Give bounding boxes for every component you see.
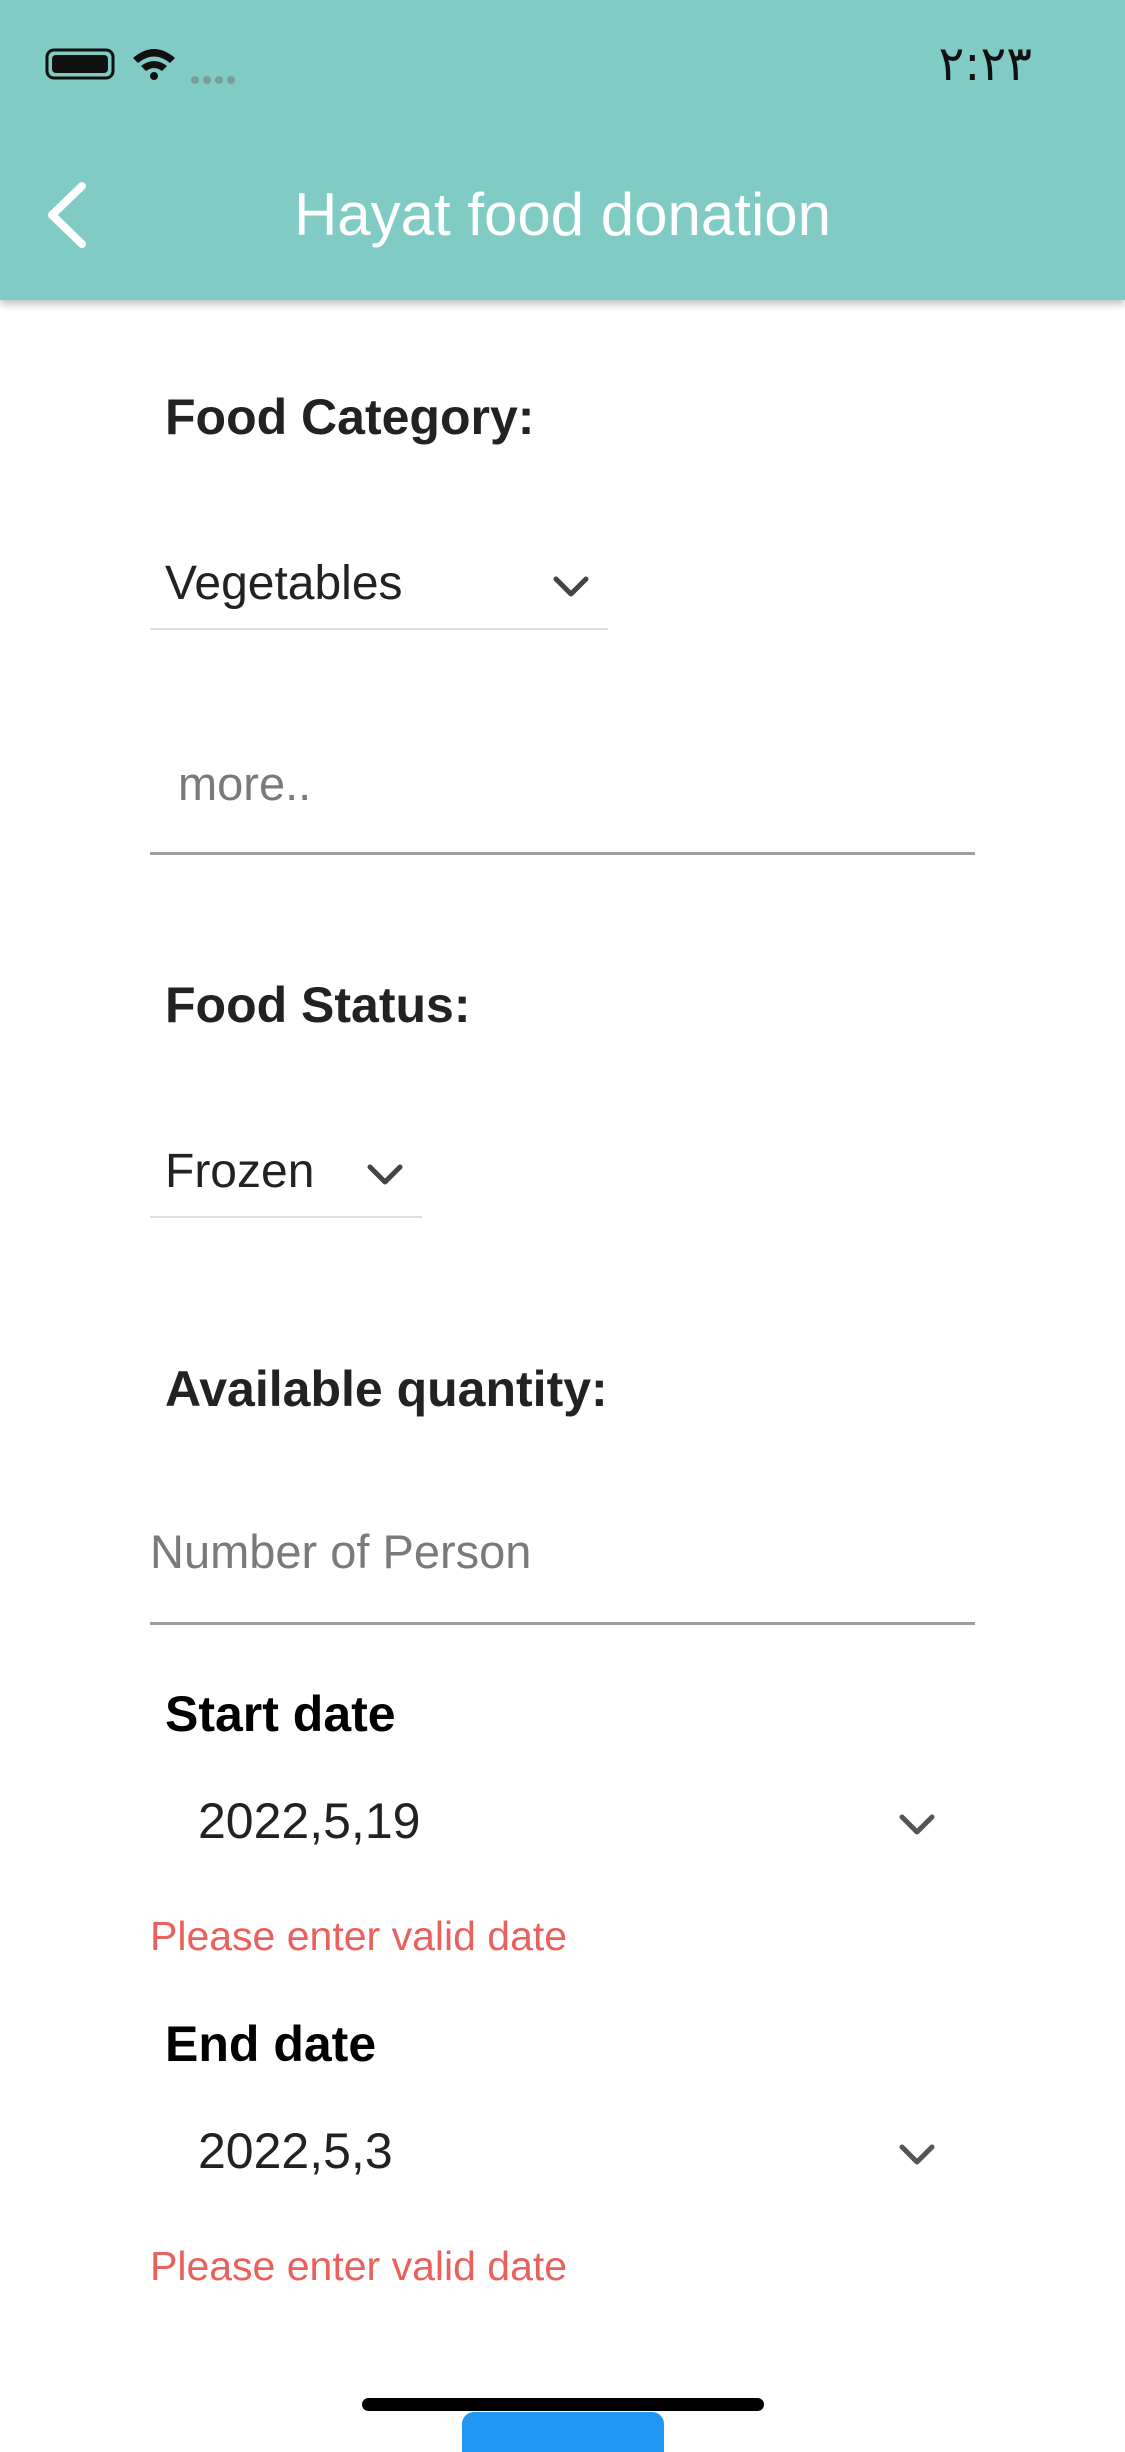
food-category-label: Food Category: [165, 389, 535, 445]
signal-icon [191, 76, 235, 84]
status-icons [45, 48, 235, 84]
end-date-error: Please enter valid date [150, 2243, 568, 2289]
more-field[interactable] [150, 750, 1003, 855]
food-category-value: Vegetables [165, 557, 403, 610]
chevron-down-icon [899, 1814, 935, 1835]
chevron-down-icon [367, 1164, 403, 1185]
status-time: ٢:٢٣ [938, 36, 1032, 92]
end-date-label: End date [165, 2016, 377, 2072]
start-date-label: Start date [165, 1686, 396, 1742]
available-quantity-label: Available quantity: [165, 1361, 608, 1417]
food-status-dropdown[interactable]: Frozen [150, 1136, 422, 1218]
wifi-icon [133, 49, 175, 80]
number-of-person-input[interactable] [150, 1524, 975, 1579]
start-date-error: Please enter valid date [150, 1913, 568, 1959]
home-indicator [362, 2398, 764, 2411]
end-date-value: 2022,5,3 [198, 2123, 393, 2179]
food-status-value: Frozen [165, 1145, 315, 1198]
chevron-down-icon [553, 576, 589, 597]
food-status-label: Food Status: [165, 977, 471, 1033]
start-date-value: 2022,5,19 [198, 1793, 421, 1849]
food-category-dropdown[interactable]: Vegetables [150, 548, 608, 630]
quantity-field[interactable] [150, 1520, 975, 1625]
more-input[interactable] [150, 756, 1003, 811]
end-date-picker[interactable]: 2022,5,3 [150, 2112, 940, 2202]
page-title: Hayat food donation [293, 181, 832, 248]
battery-icon [45, 48, 115, 80]
start-date-picker[interactable]: 2022,5,19 [150, 1782, 940, 1872]
app-bar: ٢:٢٣ Hayat food donation [0, 0, 1125, 300]
submit-button[interactable] [462, 2412, 664, 2452]
chevron-down-icon [899, 2144, 935, 2165]
